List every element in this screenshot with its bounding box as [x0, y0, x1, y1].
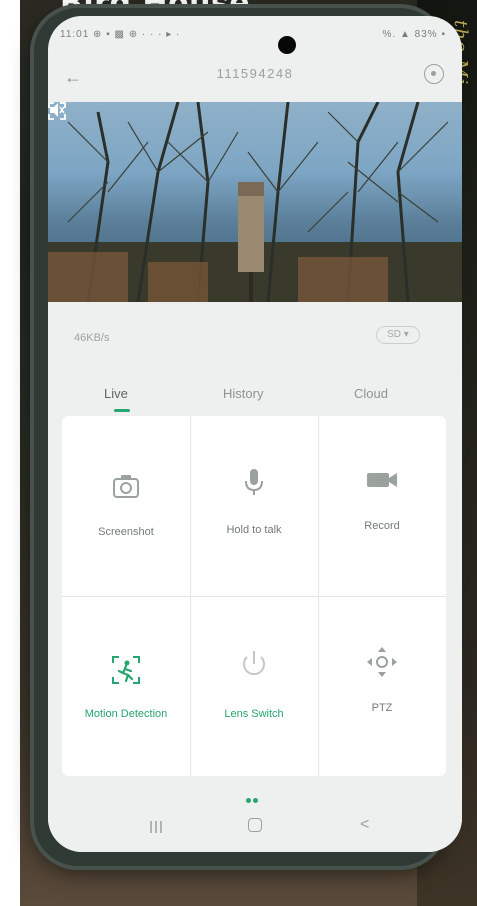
- control-panel: 46KB/s SD ▾ Live History Cloud Screensho…: [48, 302, 462, 852]
- video-camera-icon: [367, 473, 397, 487]
- photo-scene: the Mi Bird House 11:01 ⊕ ▪ ▩ ⊕ · · · ▸ …: [0, 0, 477, 906]
- tab-live[interactable]: Live: [104, 386, 128, 401]
- record-label: Record: [364, 520, 400, 532]
- page-indicator: [245, 790, 265, 803]
- stream-speed: 46KB/s: [74, 332, 110, 344]
- tab-active-indicator: [114, 409, 130, 412]
- video-scene: [48, 102, 462, 302]
- camera-icon: [113, 475, 139, 498]
- motion-detection-icon: [112, 656, 140, 684]
- record-button[interactable]: Record: [318, 416, 446, 596]
- tab-cloud[interactable]: Cloud: [354, 386, 388, 401]
- app-header: ← 111594248: [48, 52, 462, 102]
- screenshot-button[interactable]: Screenshot: [62, 416, 190, 596]
- phone-screen: 11:01 ⊕ ▪ ▩ ⊕ · · · ▸ · %. ▲ 83% ▪ ← 111…: [48, 16, 462, 852]
- settings-icon[interactable]: [424, 64, 444, 84]
- device-title: 111594248: [216, 66, 294, 81]
- hold-to-talk-button[interactable]: Hold to talk: [190, 416, 318, 596]
- view-tabs: Live History Cloud: [48, 374, 462, 414]
- quality-selector[interactable]: SD ▾: [376, 326, 420, 344]
- screenshot-label: Screenshot: [98, 526, 154, 538]
- status-bar-right: %. ▲ 83% ▪: [382, 29, 446, 40]
- system-navbar: <: [48, 806, 462, 852]
- live-video-feed[interactable]: [48, 102, 462, 302]
- hold-to-talk-label: Hold to talk: [226, 524, 282, 536]
- ptz-button[interactable]: PTZ: [318, 596, 446, 776]
- lens-switch-label: Lens Switch: [224, 708, 284, 720]
- back-nav-icon[interactable]: <: [360, 816, 369, 834]
- front-camera: [278, 36, 296, 54]
- lens-switch-button[interactable]: Lens Switch: [190, 596, 318, 776]
- ptz-arrows-icon: [367, 647, 397, 677]
- page-dot: [246, 798, 251, 803]
- motion-detection-button[interactable]: Motion Detection: [62, 596, 190, 776]
- ptz-label: PTZ: [371, 702, 393, 714]
- status-bar: 11:01 ⊕ ▪ ▩ ⊕ · · · ▸ · %. ▲ 83% ▪: [48, 16, 462, 52]
- motion-detection-label: Motion Detection: [84, 708, 168, 720]
- page-dot: [253, 798, 258, 803]
- status-bar-left: 11:01 ⊕ ▪ ▩ ⊕ · · · ▸ ·: [60, 29, 181, 40]
- tab-history[interactable]: History: [223, 386, 263, 401]
- microphone-icon: [245, 469, 263, 495]
- recents-icon[interactable]: [148, 820, 164, 834]
- controls-grid: Screenshot Hold to talk Record Motion De…: [62, 416, 446, 776]
- fullscreen-icon[interactable]: [48, 102, 66, 120]
- home-icon[interactable]: [248, 818, 262, 832]
- power-icon: [243, 651, 265, 676]
